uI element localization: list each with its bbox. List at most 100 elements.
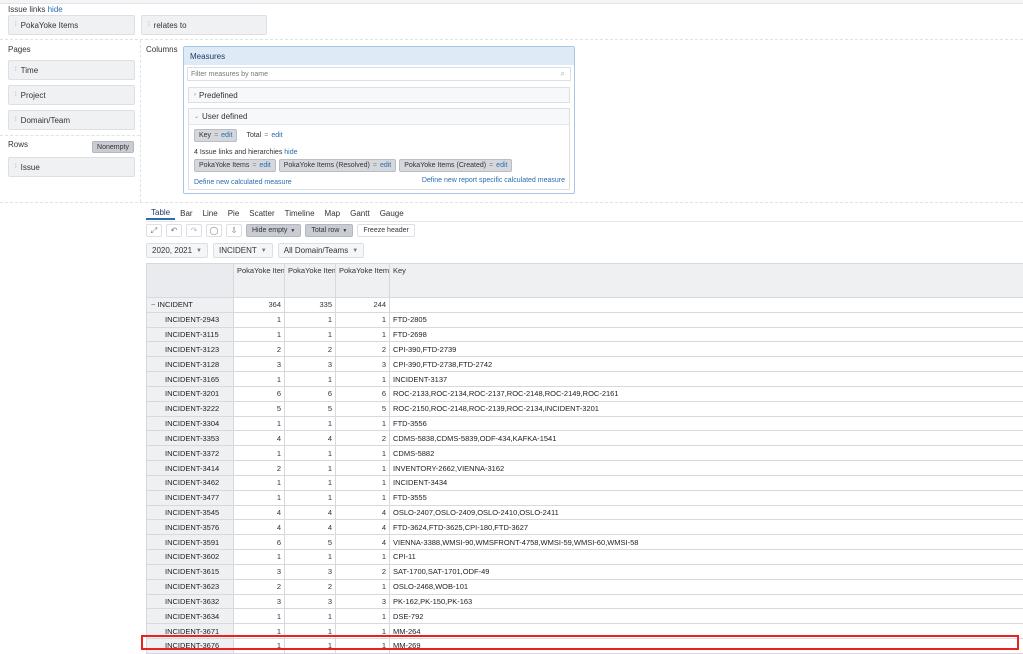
cell-resolved: 1 bbox=[336, 624, 390, 639]
tab-gauge[interactable]: Gauge bbox=[375, 206, 409, 220]
edit-link[interactable]: edit bbox=[221, 132, 232, 139]
nonempty-button[interactable]: Nonempty bbox=[92, 141, 134, 153]
row-header[interactable]: INCIDENT-3615 bbox=[147, 564, 234, 579]
row-header[interactable]: INCIDENT-3623 bbox=[147, 579, 234, 594]
redo-icon[interactable]: ↷ bbox=[186, 224, 202, 237]
issue-links-hide-link[interactable]: hide bbox=[48, 5, 63, 14]
tab-scatter[interactable]: Scatter bbox=[244, 206, 279, 220]
comment-icon[interactable]: ◯ bbox=[206, 224, 222, 237]
row-header[interactable]: INCIDENT-3222 bbox=[147, 401, 234, 416]
cell-created: 5 bbox=[285, 535, 336, 550]
tab-gantt[interactable]: Gantt bbox=[345, 206, 375, 220]
links-hide-link[interactable]: hide bbox=[284, 149, 297, 156]
edit-link[interactable]: edit bbox=[496, 162, 507, 169]
cell-resolved: 1 bbox=[336, 446, 390, 461]
cell-resolved: 2 bbox=[336, 342, 390, 357]
drag-handle-icon[interactable]: ⁞ bbox=[15, 92, 16, 98]
measure-chip-key[interactable]: Key=edit bbox=[194, 129, 237, 142]
tab-timeline[interactable]: Timeline bbox=[280, 206, 320, 220]
freeze-header-button[interactable]: Freeze header bbox=[357, 224, 415, 237]
drag-handle-icon[interactable]: ⁞ bbox=[15, 117, 16, 123]
edit-link[interactable]: edit bbox=[271, 132, 282, 139]
issue-link-slot-pokayoke[interactable]: ⁞ PokaYoke Items bbox=[8, 15, 135, 35]
row-header-incident[interactable]: − INCIDENT bbox=[147, 298, 234, 313]
define-report-measure-link[interactable]: Define new report specific calculated me… bbox=[422, 177, 565, 184]
tabs-underline bbox=[146, 221, 1023, 222]
table-row: INCIDENT-3591654VIENNA-3388,WMSI-90,WMSF… bbox=[147, 535, 1023, 550]
table-row: INCIDENT-3353442CDMS-5838,CDMS-5839,ODF-… bbox=[147, 431, 1023, 446]
column-header-pokayoke-items[interactable]: PokaYoke Items bbox=[234, 264, 285, 298]
row-header[interactable]: INCIDENT-3462 bbox=[147, 475, 234, 490]
drag-handle-icon[interactable]: ⁞ bbox=[15, 22, 16, 28]
drag-handle-icon[interactable]: ⁞ bbox=[15, 67, 16, 73]
row-header[interactable]: INCIDENT-3165 bbox=[147, 372, 234, 387]
cell-key: FTD-2698 bbox=[390, 327, 1023, 342]
tab-map[interactable]: Map bbox=[320, 206, 346, 220]
download-icon[interactable]: ⇩ bbox=[226, 224, 242, 237]
cell-items: 1 bbox=[234, 327, 285, 342]
row-header[interactable]: INCIDENT-3201 bbox=[147, 386, 234, 401]
row-header[interactable]: INCIDENT-3576 bbox=[147, 520, 234, 535]
page-slot-domain-team[interactable]: ⁞ Domain/Team bbox=[8, 110, 135, 130]
row-header[interactable]: INCIDENT-3128 bbox=[147, 357, 234, 372]
cell-key: PK-162,PK-150,PK-163 bbox=[390, 594, 1023, 609]
column-header-pokayoke-resolved[interactable]: PokaYoke Items (Resolved) bbox=[336, 264, 390, 298]
measure-chip-pokayoke-created[interactable]: PokaYoke Items (Created)=edit bbox=[399, 159, 512, 172]
drag-handle-icon[interactable]: ⁞ bbox=[15, 164, 16, 170]
row-header[interactable]: INCIDENT-3304 bbox=[147, 416, 234, 431]
view-tabs: Table Bar Line Pie Scatter Timeline Map … bbox=[146, 206, 409, 220]
row-header[interactable]: INCIDENT-3632 bbox=[147, 594, 234, 609]
cell-resolved: 3 bbox=[336, 594, 390, 609]
row-header[interactable]: INCIDENT-3671 bbox=[147, 624, 234, 639]
cell-resolved: 2 bbox=[336, 431, 390, 446]
tab-line[interactable]: Line bbox=[198, 206, 223, 220]
edit-link[interactable]: edit bbox=[380, 162, 391, 169]
user-defined-header[interactable]: ⌄ User defined bbox=[189, 109, 569, 125]
row-header[interactable]: INCIDENT-3414 bbox=[147, 461, 234, 476]
cell-created: 1 bbox=[285, 550, 336, 565]
row-header[interactable]: INCIDENT-3602 bbox=[147, 550, 234, 565]
define-calculated-measure-link[interactable]: Define new calculated measure bbox=[194, 179, 292, 186]
row-header[interactable]: INCIDENT-2943 bbox=[147, 312, 234, 327]
row-header[interactable]: INCIDENT-3123 bbox=[147, 342, 234, 357]
table-row: INCIDENT-3545444OSLO-2407,OSLO-2409,OSLO… bbox=[147, 505, 1023, 520]
undo-icon[interactable]: ↶ bbox=[166, 224, 182, 237]
page-slot-time[interactable]: ⁞ Time bbox=[8, 60, 135, 80]
row-header[interactable]: INCIDENT-3591 bbox=[147, 535, 234, 550]
cell-items: 1 bbox=[234, 312, 285, 327]
hide-empty-button[interactable]: Hide empty▼ bbox=[246, 224, 301, 237]
row-header[interactable]: INCIDENT-3353 bbox=[147, 431, 234, 446]
total-row-button[interactable]: Total row▼ bbox=[305, 224, 353, 237]
measure-chip-pokayoke-items[interactable]: PokaYoke Items=edit bbox=[194, 159, 276, 172]
drag-handle-icon[interactable]: ⁞ bbox=[148, 22, 149, 28]
table-row: INCIDENT-3462111INCIDENT-3434 bbox=[147, 475, 1023, 490]
table-header-row: PokaYoke Items PokaYoke Items (Created) … bbox=[147, 264, 1023, 298]
measure-chip-pokayoke-resolved[interactable]: PokaYoke Items (Resolved)=edit bbox=[279, 159, 397, 172]
time-filter[interactable]: 2020, 2021▼ bbox=[146, 243, 208, 258]
row-header[interactable]: INCIDENT-3372 bbox=[147, 446, 234, 461]
fullscreen-icon[interactable]: ⤢ bbox=[146, 224, 162, 237]
row-header[interactable]: INCIDENT-3545 bbox=[147, 505, 234, 520]
row-header[interactable]: INCIDENT-3115 bbox=[147, 327, 234, 342]
predefined-section[interactable]: › Predefined bbox=[188, 87, 570, 103]
row-header[interactable]: INCIDENT-3634 bbox=[147, 609, 234, 624]
cell-items: 6 bbox=[234, 535, 285, 550]
column-header-pokayoke-created[interactable]: PokaYoke Items (Created) bbox=[285, 264, 336, 298]
row-header[interactable]: INCIDENT-3676 bbox=[147, 639, 234, 654]
cell-items: 4 bbox=[234, 505, 285, 520]
column-header-key[interactable]: Key bbox=[390, 264, 1023, 298]
project-filter[interactable]: INCIDENT▼ bbox=[213, 243, 273, 258]
edit-link[interactable]: edit bbox=[259, 162, 270, 169]
measure-chip-total[interactable]: Total=edit bbox=[241, 129, 287, 142]
tab-table[interactable]: Table bbox=[146, 206, 175, 220]
page-filters: 2020, 2021▼ INCIDENT▼ All Domain/Teams▼ bbox=[146, 243, 364, 258]
tab-bar[interactable]: Bar bbox=[175, 206, 197, 220]
domain-team-filter[interactable]: All Domain/Teams▼ bbox=[278, 243, 364, 258]
page-slot-project[interactable]: ⁞ Project bbox=[8, 85, 135, 105]
measures-header[interactable]: Measures bbox=[184, 47, 574, 65]
row-slot-issue[interactable]: ⁞ Issue bbox=[8, 157, 135, 177]
measures-filter-input[interactable]: Filter measures by name ⌕ bbox=[187, 67, 571, 81]
issue-link-slot-relates[interactable]: ⁞ relates to bbox=[141, 15, 267, 35]
row-header[interactable]: INCIDENT-3477 bbox=[147, 490, 234, 505]
tab-pie[interactable]: Pie bbox=[223, 206, 245, 220]
